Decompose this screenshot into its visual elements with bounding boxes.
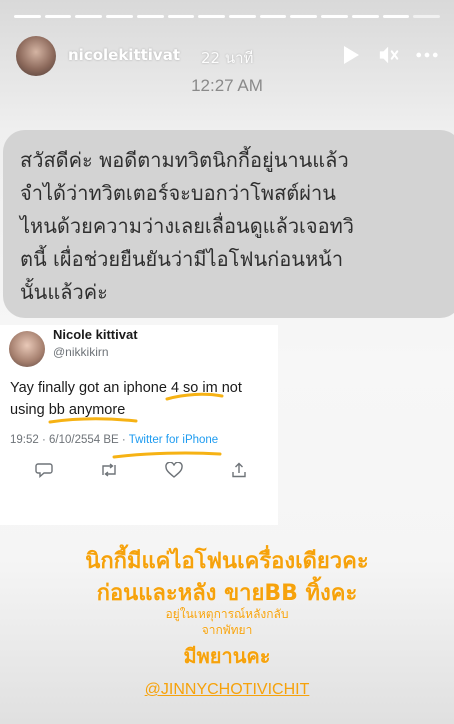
like-icon bbox=[164, 460, 184, 480]
caption-line: นิกกี้มีแค่ไอโฟนเครื่องเดียวคะ bbox=[85, 549, 369, 574]
progress-segment bbox=[321, 15, 348, 18]
progress-segment bbox=[259, 15, 287, 18]
mention-text[interactable]: @JINNYCHOTIVICHIT bbox=[145, 681, 310, 698]
bubble-text: สวัสดีค่ะ พอดีตามทวิตนิกกี้อยู่นานแล้ว จ… bbox=[20, 144, 445, 309]
avatar[interactable] bbox=[16, 36, 56, 76]
bubble-line: จำได้ว่าทวิตเตอร์จะบอกว่าโพสต์ผ่าน bbox=[20, 181, 336, 205]
story-header: nicolekittivat 22 นาที bbox=[16, 36, 438, 76]
progress-segment bbox=[198, 15, 226, 18]
more-icon[interactable] bbox=[416, 44, 438, 66]
progress-segment bbox=[413, 15, 441, 18]
tweet-text-line: Yay finally got an iphone 4 so im not bbox=[10, 380, 242, 396]
bubble-line: ไหนด้วยความว่างเลยเลื่อนดูแล้วเจอทวิ bbox=[20, 214, 355, 238]
progress-segment bbox=[136, 15, 164, 18]
progress-segment bbox=[75, 15, 103, 18]
progress-segment bbox=[229, 15, 256, 18]
retweet-icon bbox=[99, 460, 119, 480]
progress-segment bbox=[44, 15, 72, 18]
tweet-name: Nicole kittivat bbox=[53, 327, 138, 342]
highlight-underline-bb bbox=[48, 417, 138, 424]
progress-segment bbox=[14, 15, 41, 18]
tweet-date: 19:52 · 6/10/2554 BE · bbox=[10, 434, 129, 446]
caption-line: จากพัทยา bbox=[201, 623, 253, 637]
mention-sticker[interactable]: @JINNYCHOTIVICHIT bbox=[0, 681, 454, 699]
post-age: 22 นาที bbox=[201, 49, 254, 67]
bubble-line: ตนี้ เผื่อช่วยยืนยันว่ามีไอโฟนก่อนหน้า bbox=[20, 247, 344, 271]
tweet-handle: @nikkikirn bbox=[53, 345, 109, 359]
highlight-underline-iphone bbox=[165, 392, 224, 401]
tweet-avatar bbox=[9, 331, 45, 367]
progress-segment bbox=[382, 15, 410, 18]
username[interactable]: nicolekittivat bbox=[68, 46, 180, 64]
story-controls bbox=[340, 44, 438, 66]
play-icon[interactable] bbox=[340, 44, 362, 66]
tweet-meta: 19:52 · 6/10/2554 BE · Twitter for iPhon… bbox=[10, 434, 218, 446]
message-bubble: สวัสดีค่ะ พอดีตามทวิตนิกกี้อยู่นานแล้ว จ… bbox=[3, 130, 454, 318]
progress-segment bbox=[167, 15, 195, 18]
highlight-underline-source bbox=[112, 451, 222, 459]
story-progress bbox=[14, 15, 441, 18]
tweet-actions bbox=[34, 460, 249, 480]
progress-segment bbox=[351, 15, 379, 18]
bubble-line: สวัสดีค่ะ พอดีตามทวิตนิกกี้อยู่นานแล้ว bbox=[20, 148, 349, 172]
tweet-source: Twitter for iPhone bbox=[128, 434, 219, 446]
progress-segment bbox=[290, 15, 318, 18]
tweet-screenshot: Nicole kittivat @nikkikirn Yay finally g… bbox=[0, 325, 278, 525]
reply-icon bbox=[34, 460, 54, 480]
story-timestamp: 12:27 AM bbox=[191, 76, 263, 95]
bubble-line: นั้นแล้วค่ะ bbox=[20, 280, 108, 304]
share-icon bbox=[229, 460, 249, 480]
progress-segment bbox=[106, 15, 133, 18]
mute-icon[interactable] bbox=[378, 44, 400, 66]
caption-line: มีพยานคะ bbox=[183, 644, 271, 668]
